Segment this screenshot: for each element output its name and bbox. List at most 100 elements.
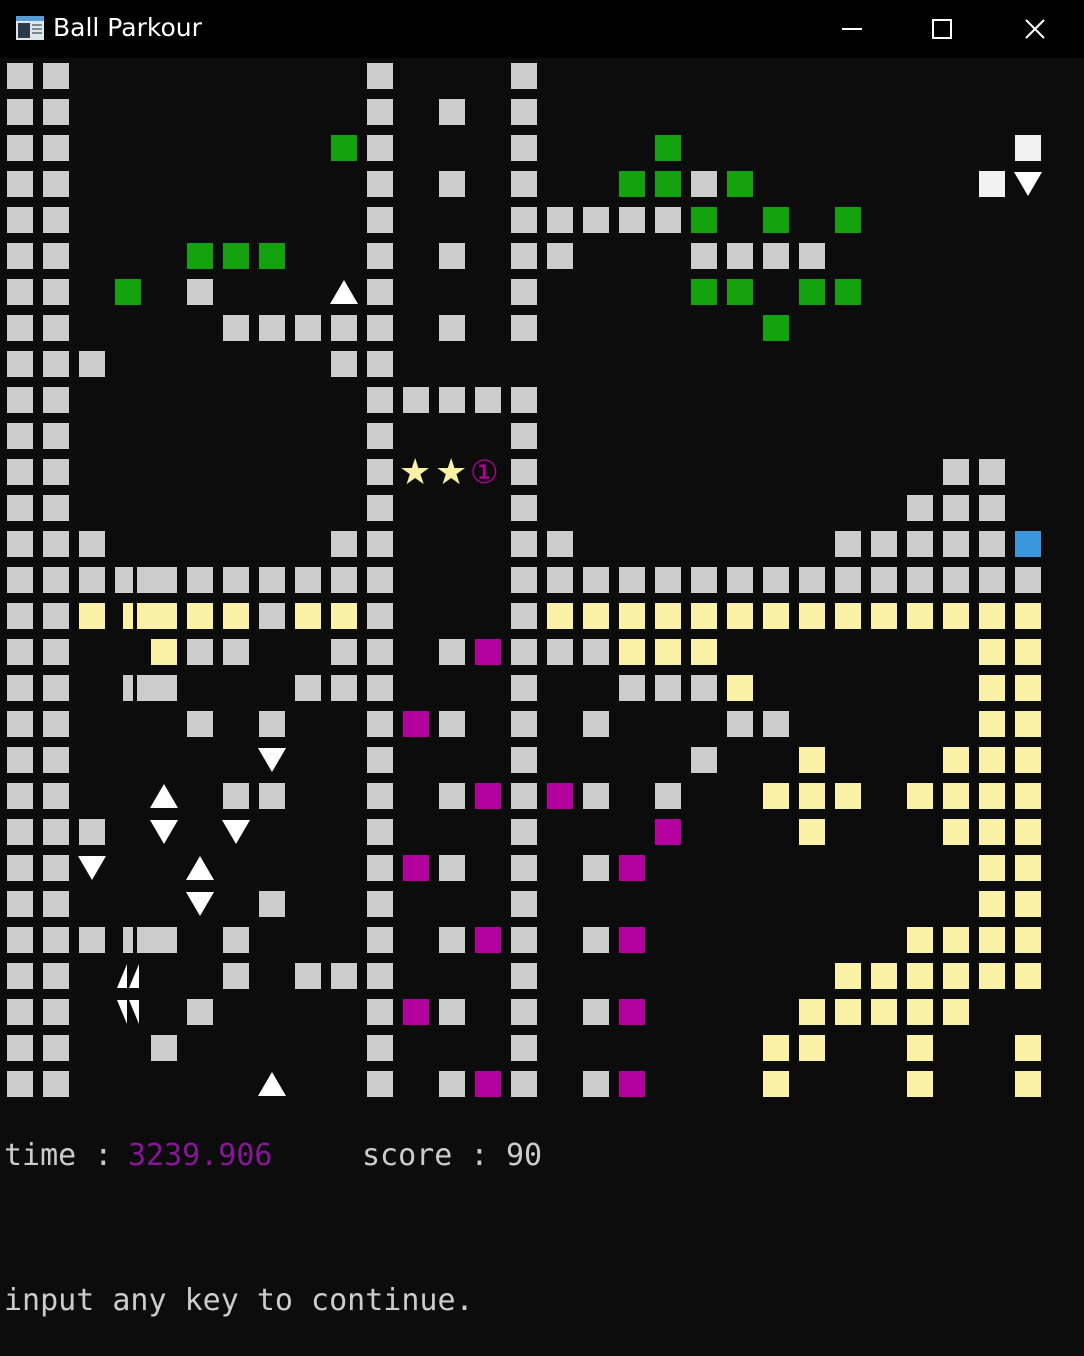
board-tile <box>259 891 285 917</box>
time-label: time : <box>4 1138 113 1173</box>
board-tile <box>943 783 969 809</box>
star-pickup: ★ <box>399 452 432 493</box>
board-tile <box>511 1071 537 1097</box>
board-tile <box>583 207 609 233</box>
minimize-button[interactable] <box>806 0 898 58</box>
board-tile <box>943 747 969 773</box>
board-tile <box>907 927 933 953</box>
game-board: ★ ★ ① <box>0 58 1084 1108</box>
board-tile <box>43 315 69 341</box>
board-tile <box>187 711 213 737</box>
board-tile <box>1015 567 1041 593</box>
board-tile <box>7 279 33 305</box>
board-tile <box>1015 927 1041 953</box>
board-tile <box>583 999 609 1025</box>
spike-down-icon <box>186 892 214 916</box>
board-tile <box>43 567 69 593</box>
portal-tile <box>655 819 681 845</box>
board-tile <box>295 675 321 701</box>
board-tile <box>331 531 357 557</box>
board-tile <box>7 531 33 557</box>
portal-tile <box>619 927 645 953</box>
board-tile <box>223 567 249 593</box>
board-tile <box>763 603 789 629</box>
board-tile <box>799 1035 825 1061</box>
board-tile <box>727 675 753 701</box>
board-tile <box>223 639 249 665</box>
board-tile <box>727 171 753 197</box>
board-tile <box>187 279 213 305</box>
board-tile <box>7 495 33 521</box>
board-tile <box>439 171 465 197</box>
board-tile <box>43 675 69 701</box>
board-tile <box>835 783 861 809</box>
board-tile <box>763 567 789 593</box>
board-tile <box>727 279 753 305</box>
board-tile <box>367 243 393 269</box>
board-tile <box>871 531 897 557</box>
board-tile <box>511 171 537 197</box>
board-tile <box>763 1035 789 1061</box>
maximize-button[interactable] <box>896 0 988 58</box>
board-tile <box>43 1035 69 1061</box>
board-tile <box>907 1071 933 1097</box>
board-tile <box>7 351 33 377</box>
board-tile <box>367 963 393 989</box>
board-tile <box>367 603 393 629</box>
board-tile <box>7 1071 33 1097</box>
board-tile <box>979 855 1005 881</box>
board-tile <box>979 927 1005 953</box>
board-tile <box>799 747 825 773</box>
portal-tile <box>403 711 429 737</box>
board-tile <box>367 207 393 233</box>
booster-arrow-icon <box>117 964 139 988</box>
board-tile <box>43 639 69 665</box>
board-tile <box>7 783 33 809</box>
board-tile <box>79 567 105 593</box>
board-tile <box>331 567 357 593</box>
board-tile <box>367 1071 393 1097</box>
board-tile <box>43 207 69 233</box>
board-tile <box>367 135 393 161</box>
board-tile <box>511 315 537 341</box>
board-tile <box>511 603 537 629</box>
board-tile <box>511 63 537 89</box>
board-tile <box>907 999 933 1025</box>
board-tile <box>79 927 105 953</box>
board-tile <box>367 1035 393 1061</box>
board-tile <box>331 135 357 161</box>
board-tile <box>619 171 645 197</box>
minimize-icon <box>842 28 862 30</box>
board-tile <box>7 315 33 341</box>
board-tile <box>511 459 537 485</box>
board-tile <box>511 243 537 269</box>
window-title: Ball Parkour <box>53 13 202 42</box>
board-tile <box>979 963 1005 989</box>
gate-tile <box>123 675 167 701</box>
close-button[interactable] <box>989 0 1081 58</box>
board-tile <box>439 99 465 125</box>
board-tile <box>151 639 177 665</box>
board-tile <box>79 819 105 845</box>
board-tile <box>511 387 537 413</box>
board-tile <box>223 243 249 269</box>
board-tile <box>619 207 645 233</box>
board-tile <box>367 531 393 557</box>
board-tile <box>943 819 969 845</box>
board-tile <box>511 135 537 161</box>
board-tile <box>43 135 69 161</box>
spike-down-icon <box>258 748 286 772</box>
board-tile <box>691 603 717 629</box>
board-tile <box>871 963 897 989</box>
board-tile <box>799 567 825 593</box>
board-tile <box>655 567 681 593</box>
board-tile <box>43 171 69 197</box>
board-tile <box>655 603 681 629</box>
board-tile <box>979 675 1005 701</box>
board-tile <box>583 603 609 629</box>
board-tile <box>979 603 1005 629</box>
title-bar[interactable]: Ball Parkour <box>0 0 1084 58</box>
board-tile <box>43 783 69 809</box>
board-tile <box>547 207 573 233</box>
board-tile <box>1015 711 1041 737</box>
